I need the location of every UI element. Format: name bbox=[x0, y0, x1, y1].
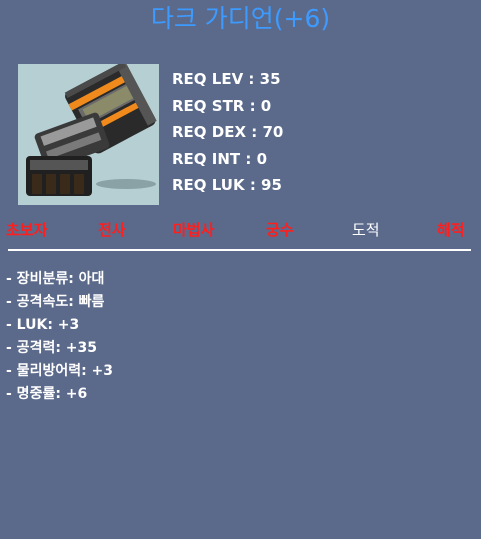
class-bowman: 궁수 bbox=[266, 221, 294, 239]
divider bbox=[8, 249, 471, 251]
stat-attack: - 공격력: +35 bbox=[6, 340, 98, 356]
item-title: 다크 가디언(+6) bbox=[150, 4, 331, 33]
req-luk: REQ LUK : 95 bbox=[172, 176, 282, 194]
class-thief: 도적 bbox=[352, 221, 380, 239]
class-beginner: 초보자 bbox=[6, 221, 48, 239]
req-dex: REQ DEX : 70 bbox=[172, 123, 284, 141]
class-warrior: 전사 bbox=[98, 221, 126, 239]
req-int: REQ INT : 0 bbox=[172, 149, 268, 168]
stat-luk: - LUK: +3 bbox=[6, 317, 80, 333]
class-pirate: 해적 bbox=[437, 221, 465, 239]
req-level: REQ LEV : 35 bbox=[172, 70, 281, 88]
requirements-list: REQ LEV : 35 REQ STR : 0 REQ DEX : 70 RE… bbox=[172, 66, 283, 199]
stat-equip-type: - 장비분류: 아대 bbox=[6, 271, 105, 287]
dark-guardian-glove-icon bbox=[26, 64, 157, 196]
stat-weapon-defense: - 물리방어력: +3 bbox=[6, 363, 114, 379]
class-magician: 마법사 bbox=[173, 221, 215, 239]
job-class-row: 초보자 전사 마법사 궁수 도적 해적 bbox=[0, 217, 481, 245]
req-str: REQ STR : 0 bbox=[172, 96, 272, 115]
item-image bbox=[18, 64, 159, 205]
stat-attack-speed: - 공격속도: 빠름 bbox=[6, 294, 105, 310]
stats-list: - 장비분류: 아대 - 공격속도: 빠름 - LUK: +3 - 공격력: +… bbox=[6, 268, 113, 406]
stat-accuracy: - 명중률: +6 bbox=[6, 386, 88, 402]
